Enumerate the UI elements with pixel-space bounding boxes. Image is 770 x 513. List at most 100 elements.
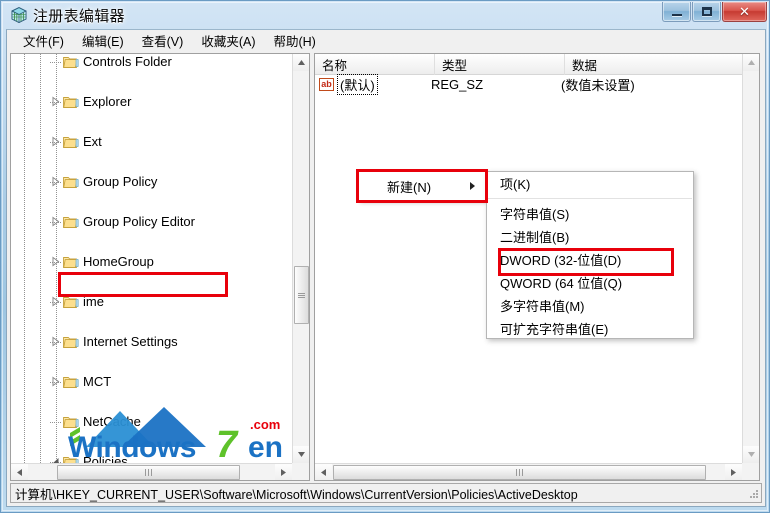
caret-up-icon — [298, 60, 305, 65]
menu-file[interactable]: 文件(F) — [14, 29, 73, 53]
chevron-right-icon — [470, 182, 475, 190]
list-row[interactable]: ab (默认) REG_SZ (数值未设置) — [315, 74, 744, 95]
context-submenu-new-types: 项(K) 字符串值(S) 二进制值(B) DWORD (32-位值(D) QWORD (… — [486, 171, 694, 339]
list-cell-type: REG_SZ — [431, 77, 484, 92]
list-scroll-left-button[interactable] — [315, 464, 332, 480]
tree-node[interactable]: Internet Settings — [11, 332, 292, 352]
tree-node-label: HomeGroup — [83, 254, 154, 269]
list-scroll-up-button[interactable] — [743, 54, 759, 71]
close-icon: ✕ — [739, 3, 750, 19]
status-path: 计算机\HKEY_CURRENT_USER\Software\Microsoft… — [15, 487, 578, 502]
tree-horizontal-scrollbar[interactable] — [11, 463, 292, 480]
context-submenu-item[interactable]: 二进制值(B) — [487, 225, 693, 248]
tree-hscroll-thumb[interactable] — [57, 465, 240, 480]
registry-tree-pane: Controls Folder Explorer Ext Group Policy Gr… — [10, 53, 310, 481]
tree-node[interactable]: HomeGroup — [11, 252, 292, 272]
maximize-button[interactable] — [692, 2, 721, 22]
tree-expand-icon[interactable] — [50, 176, 61, 187]
minimize-button[interactable] — [662, 2, 691, 22]
caret-down-icon — [298, 452, 305, 457]
list-scroll-right-button[interactable] — [725, 464, 742, 480]
tree-expand-icon[interactable] — [50, 296, 61, 307]
tree-expand-icon[interactable] — [50, 136, 61, 147]
tree-expand-icon[interactable] — [50, 216, 61, 227]
tree-node-label: Internet Settings — [83, 334, 178, 349]
minimize-icon — [663, 2, 690, 21]
list-scroll-down-button[interactable] — [743, 446, 759, 463]
caret-down-icon — [748, 452, 755, 457]
folder-icon — [63, 375, 79, 389]
tree-node[interactable]: Group Policy Editor — [11, 212, 292, 232]
window-title: 注册表编辑器 — [33, 8, 125, 25]
caret-left-icon — [17, 469, 22, 476]
list-cell-data: (数值未设置) — [561, 78, 635, 93]
tree-node-label: Group Policy Editor — [83, 214, 195, 229]
context-submenu-item[interactable]: 项(K) — [487, 172, 693, 195]
tree-scroll-left-button[interactable] — [11, 464, 28, 480]
caret-right-icon — [731, 469, 736, 476]
list-column-header[interactable]: 名称 — [315, 54, 435, 75]
tree-indent-connector — [50, 422, 61, 423]
tree-node-list: Controls Folder Explorer Ext Group Policy Gr… — [11, 54, 292, 464]
tree-vertical-scrollbar[interactable] — [292, 54, 309, 463]
tree-node[interactable]: Group Policy — [11, 172, 292, 192]
caret-right-icon — [281, 469, 286, 476]
tree-node[interactable]: NetCache — [11, 412, 292, 432]
list-vertical-scrollbar[interactable] — [742, 54, 759, 463]
hscroll-thumb-grip — [144, 469, 153, 476]
close-button[interactable]: ✕ — [722, 2, 767, 22]
tree-node[interactable]: Controls Folder — [11, 54, 292, 72]
registry-editor-icon — [10, 6, 28, 24]
tree-node-label: ime — [83, 294, 104, 309]
tree-expand-icon[interactable] — [50, 336, 61, 347]
folder-icon — [63, 335, 79, 349]
list-cell-name: ab (默认) — [319, 74, 378, 95]
tree-expand-icon[interactable] — [50, 376, 61, 387]
context-submenu-item[interactable]: DWORD (32-位值(D) — [487, 248, 693, 271]
maximize-icon — [693, 2, 720, 21]
context-menu-item-new[interactable]: 新建(N) — [360, 173, 484, 199]
tree-node-label: Controls Folder — [83, 54, 172, 69]
folder-icon — [63, 95, 79, 109]
folder-icon — [63, 295, 79, 309]
list-rows: ab (默认) REG_SZ (数值未设置) — [315, 74, 744, 95]
folder-icon — [63, 215, 79, 229]
tree-node-label: Group Policy — [83, 174, 158, 189]
tree-node[interactable]: MCT — [11, 372, 292, 392]
menu-view[interactable]: 查看(V) — [133, 29, 193, 53]
context-submenu-item[interactable]: 多字符串值(M) — [487, 294, 693, 317]
tree-node-label: MCT — [83, 374, 112, 389]
tree-node[interactable]: Ext — [11, 132, 292, 152]
menu-favorites[interactable]: 收藏夹(A) — [192, 29, 264, 53]
menu-edit[interactable]: 编辑(E) — [73, 29, 133, 53]
title-bar[interactable]: 注册表编辑器 ✕ — [1, 1, 769, 29]
list-hscroll-thumb[interactable] — [333, 465, 706, 480]
registry-editor-window: 注册表编辑器 ✕ 文件(F) 编辑(E) 查看(V) 收藏夹(A) 帮助(H) — [0, 0, 770, 513]
tree-indent-connector — [50, 62, 61, 63]
list-column-header[interactable]: 数据 — [565, 54, 744, 75]
tree-scroll-right-button[interactable] — [275, 464, 292, 480]
resize-grip-icon[interactable] — [747, 488, 759, 500]
context-menu-separator — [488, 198, 692, 199]
list-horizontal-scrollbar[interactable] — [315, 463, 742, 480]
tree-scroll-thumb[interactable] — [294, 266, 309, 324]
tree-scroll-area[interactable]: Controls Folder Explorer Ext Group Policy Gr… — [11, 54, 292, 464]
folder-icon — [63, 135, 79, 149]
context-submenu-item[interactable]: QWORD (64 位值(Q) — [487, 271, 693, 294]
list-column-header[interactable]: 类型 — [435, 54, 565, 75]
tree-node[interactable]: ime — [11, 292, 292, 312]
folder-icon — [63, 175, 79, 189]
tree-scroll-down-button[interactable] — [293, 446, 309, 463]
context-submenu-item[interactable]: 可扩充字符串值(E) — [487, 317, 693, 340]
tree-node[interactable]: Explorer — [11, 92, 292, 112]
menu-help[interactable]: 帮助(H) — [264, 29, 324, 53]
tree-expand-icon[interactable] — [50, 96, 61, 107]
tree-scroll-up-button[interactable] — [293, 54, 309, 71]
tree-expand-icon[interactable] — [50, 256, 61, 267]
status-bar: 计算机\HKEY_CURRENT_USER\Software\Microsoft… — [10, 483, 762, 503]
folder-icon — [63, 255, 79, 269]
context-submenu-item[interactable]: 字符串值(S) — [487, 202, 693, 225]
folder-icon — [63, 415, 79, 429]
string-value-icon: ab — [319, 78, 334, 91]
caret-left-icon — [321, 469, 326, 476]
